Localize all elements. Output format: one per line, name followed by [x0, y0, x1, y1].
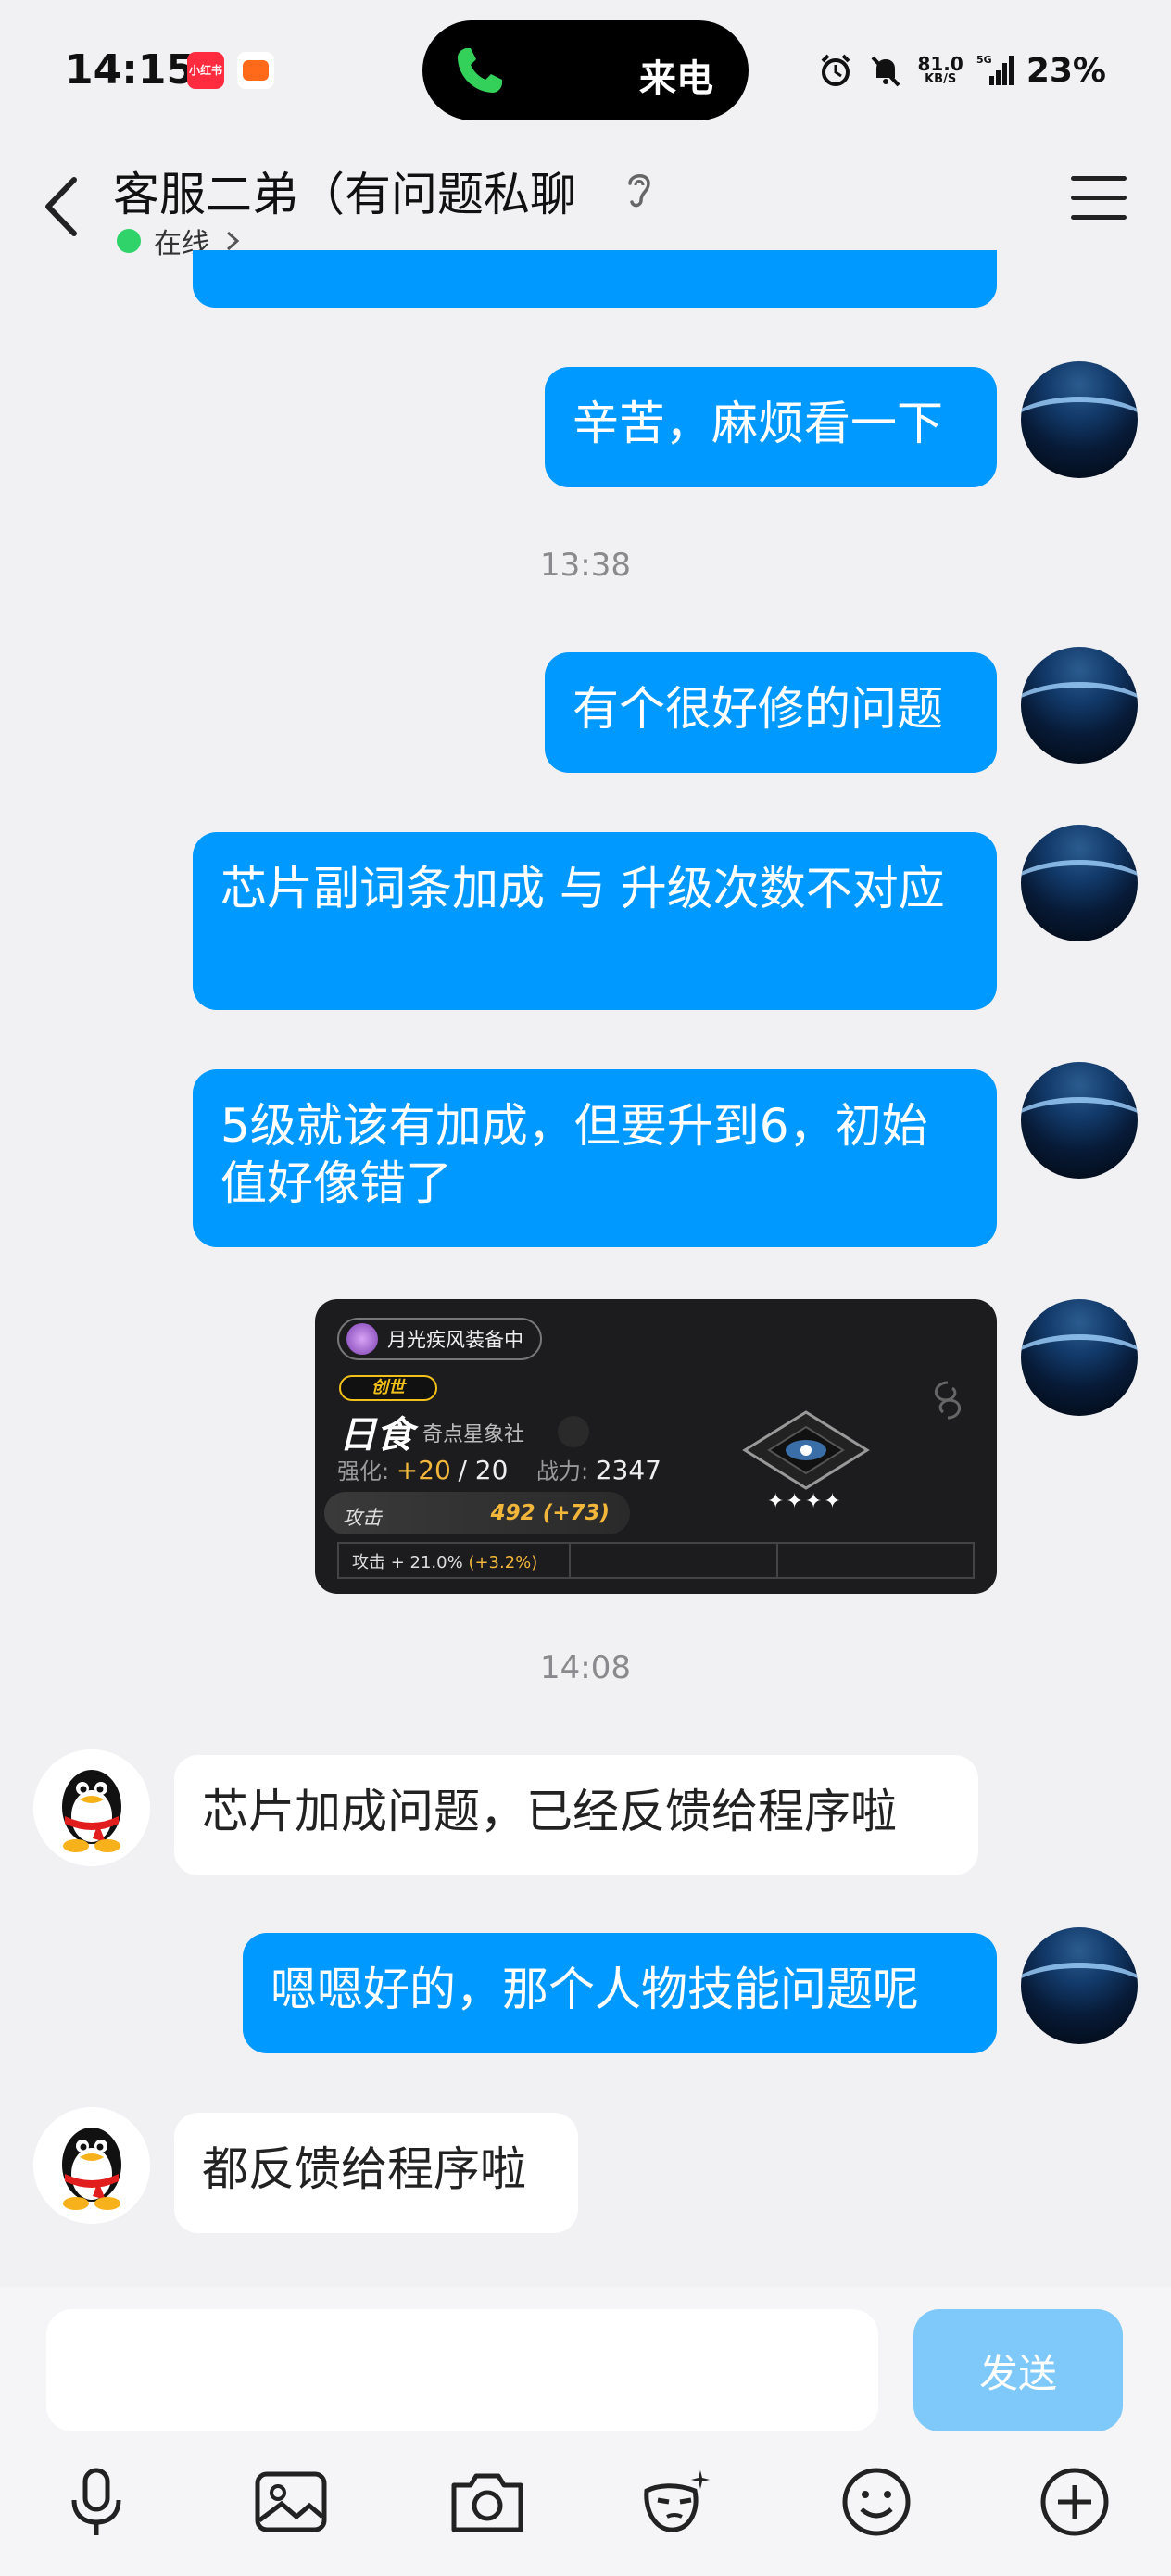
- menu-icon[interactable]: [1071, 176, 1127, 232]
- item-name: 日食: [339, 1414, 413, 1457]
- status-indicators: 81.0 KB/S 5G 23%: [817, 44, 1106, 96]
- attack-stat-row: 攻击 492 (+73): [324, 1492, 630, 1534]
- message-bubble-outgoing[interactable]: 嗯嗯好的，那个人物技能问题呢: [243, 1933, 997, 2053]
- input-toolbar: [0, 2463, 1171, 2556]
- chat-screen: 14:15 小红书 来电 81.0 KB/S 5G 23% 客服二弟（有问题私聊…: [0, 0, 1171, 2576]
- message-bubble-outgoing[interactable]: 芯片副词条加成 与 升级次数不对应: [193, 832, 997, 1010]
- sub-stat-row: 攻击 + 21.0% (+3.2%): [337, 1542, 975, 1579]
- xiaohongshu-app-icon: 小红书: [187, 52, 224, 89]
- my-avatar[interactable]: [1021, 1927, 1138, 2044]
- timestamp: 14:08: [540, 1649, 631, 1686]
- message-bubble-outgoing[interactable]: 有个很好修的问题: [545, 652, 997, 773]
- message-bubble-incoming[interactable]: 都反馈给程序啦: [174, 2113, 578, 2233]
- mask-icon[interactable]: [639, 2463, 717, 2541]
- my-avatar[interactable]: [1021, 647, 1138, 764]
- send-button[interactable]: 发送: [913, 2309, 1123, 2431]
- item-stats: 强化: +20 / 20 战力: 2347: [337, 1455, 661, 1485]
- image-icon[interactable]: [252, 2463, 330, 2541]
- penguin-icon: [33, 1749, 150, 1866]
- plus-icon[interactable]: [1036, 2463, 1114, 2541]
- status-time: 14:15: [65, 46, 195, 94]
- message-input[interactable]: [46, 2309, 878, 2431]
- message-bubble-outgoing[interactable]: 5级就该有加成，但要升到6，初始值好像错了: [193, 1069, 997, 1247]
- chip-emblem-icon: [742, 1410, 870, 1490]
- lock-icon: [558, 1416, 589, 1447]
- contact-avatar[interactable]: [33, 2107, 150, 2224]
- phone-icon: [458, 48, 502, 93]
- input-area: 发送: [0, 2287, 1171, 2576]
- chat-title[interactable]: 客服二弟（有问题私聊: [113, 158, 576, 224]
- message-bubble-outgoing[interactable]: 辛苦，麻烦看一下: [545, 367, 997, 487]
- status-bar: 14:15 小红书 来电 81.0 KB/S 5G 23%: [0, 0, 1171, 139]
- microphone-icon[interactable]: [57, 2463, 135, 2541]
- timestamp: 13:38: [540, 547, 631, 584]
- rarity-tag: 创世: [339, 1375, 437, 1401]
- partial-message-bubble: [193, 250, 997, 308]
- equip-status-pill: 月光疾风装备中: [337, 1318, 542, 1360]
- character-orb-icon: [346, 1323, 378, 1355]
- my-avatar[interactable]: [1021, 1299, 1138, 1416]
- swirl-logo-icon: [934, 1381, 962, 1420]
- game-app-icon: [237, 52, 274, 89]
- penguin-icon: [33, 2107, 150, 2224]
- ear-icon: [628, 174, 650, 208]
- camera-icon[interactable]: [448, 2463, 526, 2541]
- battery-level: 23%: [1026, 51, 1106, 90]
- incoming-call-label: 来电: [639, 57, 713, 100]
- bell-muted-icon: [872, 56, 900, 87]
- emoji-icon[interactable]: [837, 2463, 915, 2541]
- my-avatar[interactable]: [1021, 361, 1138, 478]
- svg-text:5G: 5G: [976, 54, 992, 66]
- my-avatar[interactable]: [1021, 1062, 1138, 1179]
- signal-5g-icon: 5G: [976, 54, 1014, 85]
- contact-avatar[interactable]: [33, 1749, 150, 1866]
- network-speed: 81.0 KB/S: [917, 53, 963, 86]
- back-arrow-icon[interactable]: [28, 165, 93, 248]
- image-message[interactable]: 月光疾风装备中 创世 日食 奇点星象社 强化: +20 / 20 战力: 234…: [315, 1299, 997, 1594]
- my-avatar[interactable]: [1021, 825, 1138, 941]
- incoming-call-pill[interactable]: 来电: [422, 20, 749, 120]
- rating-stars: ✦✦✦✦: [767, 1490, 843, 1513]
- message-bubble-incoming[interactable]: 芯片加成问题，已经反馈给程序啦: [174, 1755, 978, 1875]
- item-brand: 奇点星象社: [422, 1423, 525, 1446]
- online-dot: [117, 229, 141, 253]
- alarm-icon: [822, 54, 850, 86]
